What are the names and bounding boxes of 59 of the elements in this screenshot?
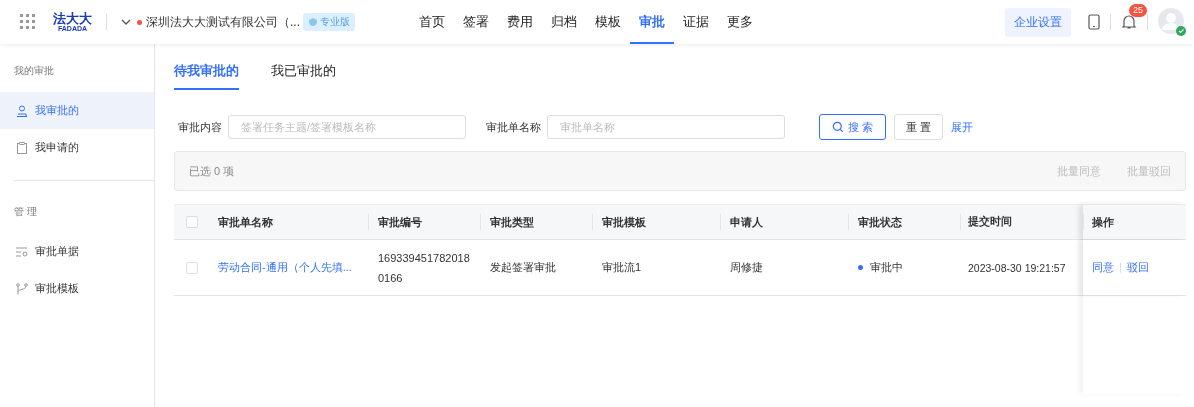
column-header: 申请人: [730, 214, 763, 230]
table-cell: 审批流1: [602, 260, 642, 275]
edition-badge: 专业版: [303, 13, 355, 31]
status-text: 审批中: [870, 260, 903, 275]
row-action-link[interactable]: 驳回: [1127, 260, 1149, 275]
sidebar-section-title: 管 理: [13, 205, 38, 219]
branch-icon: [16, 282, 28, 295]
sidebar-section-title: 我的审批: [13, 64, 55, 78]
company-name[interactable]: 深圳法大大测试有限公司（...: [146, 13, 300, 31]
sidebar-item[interactable]: 我申请的: [0, 129, 154, 166]
table-cell-text: 1693394517820180166: [378, 250, 471, 286]
list-settings-icon: [16, 245, 28, 258]
column-header: 审批模板: [602, 214, 646, 230]
logo-text: 法大大: [53, 12, 92, 25]
column-header: 审批状态: [858, 214, 902, 230]
status-dot-icon: [137, 19, 142, 25]
sidebar-item[interactable]: 审批模板: [0, 270, 154, 307]
search-icon: [832, 121, 844, 133]
phone-icon[interactable]: [1088, 14, 1100, 30]
column-header: 审批单名称: [218, 214, 273, 230]
nav-tab[interactable]: 模板: [586, 0, 630, 44]
table-cell: 2023-08-30 19:21:57: [968, 261, 1066, 274]
apps-icon[interactable]: [20, 14, 36, 30]
checkbox[interactable]: [186, 216, 198, 228]
nav-tab[interactable]: 更多: [718, 0, 762, 44]
filter-label: 审批内容: [178, 119, 222, 135]
nav-tab[interactable]: 审批: [630, 0, 674, 44]
search-button[interactable]: 搜 索: [819, 114, 887, 140]
chevron-down-icon[interactable]: [121, 17, 131, 27]
checkbox[interactable]: [186, 261, 198, 274]
selection-count: 已选 0 项: [189, 163, 235, 179]
avatar-icon[interactable]: [1158, 8, 1186, 36]
table-cell: 发起签署审批: [490, 260, 556, 275]
input-field[interactable]: 签署任务主题/签署模板名称: [228, 115, 466, 139]
approval-name-link[interactable]: 劳动合同-通用（个人先填...: [218, 260, 352, 275]
reset-button[interactable]: 重 置: [894, 114, 944, 140]
clipboard-icon: [16, 141, 28, 154]
filter-label: 审批单名称: [486, 119, 541, 135]
column-header: 审批编号: [378, 214, 422, 230]
nav-tab[interactable]: 归档: [542, 0, 586, 44]
tab[interactable]: 我已审批的: [271, 62, 336, 90]
nav-tab[interactable]: 签署: [454, 0, 498, 44]
column-header: 审批类型: [490, 214, 534, 230]
nav-tab[interactable]: 首页: [410, 0, 454, 44]
notification-bell-icon[interactable]: [1121, 14, 1137, 30]
column-header: 操作: [1092, 214, 1114, 230]
sidebar-item[interactable]: 我审批的: [0, 92, 154, 129]
column-header: 提交时间: [968, 215, 1012, 229]
nav-tab[interactable]: 费用: [498, 0, 542, 44]
notification-count: 25: [1129, 4, 1147, 17]
enterprise-settings-button[interactable]: 企业设置: [1005, 7, 1071, 37]
input-field[interactable]: 审批单名称: [547, 115, 785, 139]
tab[interactable]: 待我审批的: [174, 62, 239, 90]
row-action-link[interactable]: 同意: [1092, 260, 1114, 275]
nav-tab[interactable]: 证据: [674, 0, 718, 44]
table-cell: 周修捷: [730, 260, 763, 275]
user-icon: [16, 104, 28, 117]
sidebar-item[interactable]: 审批单据: [0, 233, 154, 270]
expand-link[interactable]: 展开: [951, 119, 974, 135]
